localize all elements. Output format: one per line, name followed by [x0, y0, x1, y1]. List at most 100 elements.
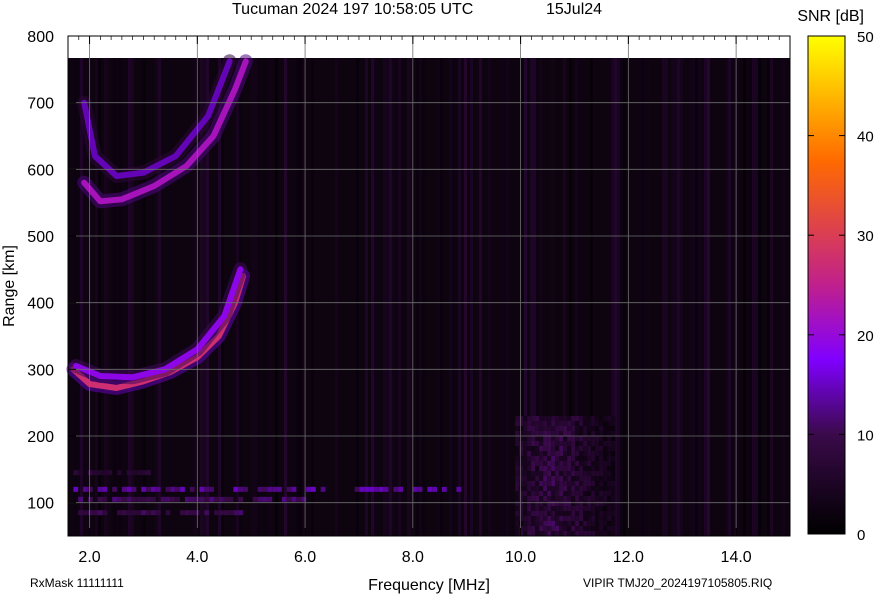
echo-patch-cell [539, 466, 544, 471]
echo-patch-cell [603, 461, 608, 466]
x-tick-label: 8.0 [402, 549, 424, 566]
echo-patch-cell [539, 441, 544, 446]
echo-patch-cell [527, 516, 532, 521]
band-cell [364, 486, 370, 492]
echo-patch-cell [567, 481, 572, 486]
echo-patch-cell [523, 516, 528, 521]
noise-streak [758, 58, 761, 536]
echo-patch-cell [539, 476, 544, 481]
noise-streak [641, 58, 644, 536]
echo-patch-cell [519, 476, 524, 481]
echo-patch-cell [535, 516, 540, 521]
echo-patch-cell [583, 476, 588, 481]
echo-patch-cell [523, 481, 528, 486]
echo-patch-cell [571, 486, 576, 491]
echo-patch-cell [603, 456, 608, 461]
echo-patch-cell [535, 531, 540, 536]
band-cell [102, 486, 108, 492]
echo-patch-cell [539, 486, 544, 491]
noise-streak [440, 58, 443, 536]
echo-patch-cell [571, 441, 576, 446]
echo-patch-cell [559, 486, 564, 491]
echo-patch-cell [599, 521, 604, 526]
echo-patch-cell [543, 496, 548, 501]
echo-patch-cell [591, 441, 596, 446]
echo-patch-cell [523, 476, 528, 481]
band-cell [320, 486, 326, 492]
echo-patch-cell [579, 431, 584, 436]
echo-patch-cell [603, 466, 608, 471]
noise-streak [398, 58, 401, 536]
echo-patch-cell [543, 516, 548, 521]
echo-patch-cell [571, 506, 576, 511]
echo-patch-cell [591, 531, 596, 536]
echo-patch-cell [531, 421, 536, 426]
echo-patch-cell [515, 466, 520, 471]
echo-patch-cell [587, 531, 592, 536]
echo-patch-cell [603, 431, 608, 436]
echo-patch-cell [583, 416, 588, 421]
echo-patch-cell [535, 441, 540, 446]
echo-patch-cell [551, 431, 556, 436]
echo-patch-cell [531, 476, 536, 481]
echo-patch-cell [575, 516, 580, 521]
echo-patch-cell [567, 531, 572, 536]
echo-patch-cell [559, 476, 564, 481]
band-cell [170, 486, 176, 492]
echo-patch-cell [595, 466, 600, 471]
band-cell [228, 510, 234, 516]
echo-patch-cell [527, 426, 532, 431]
echo-patch-cell [575, 426, 580, 431]
echo-patch-cell [583, 521, 588, 526]
echo-patch-cell [571, 491, 576, 496]
noise-streak [407, 58, 410, 536]
band-cell [112, 486, 117, 492]
echo-patch-cell [527, 491, 532, 496]
echo-patch-cell [579, 511, 584, 516]
noise-streak [662, 58, 665, 536]
echo-patch-cell [579, 461, 584, 466]
band-cell [417, 486, 423, 492]
echo-patch-cell [571, 421, 576, 426]
echo-patch-cell [559, 491, 564, 496]
noise-streak [374, 58, 377, 536]
echo-patch-cell [607, 456, 612, 461]
noise-streak [299, 58, 302, 536]
echo-patch-cell [591, 481, 596, 486]
echo-patch-cell [599, 456, 604, 461]
echo-patch-cell [531, 416, 536, 421]
band-cell [306, 486, 311, 492]
echo-patch-cell [571, 416, 576, 421]
band-cell [73, 470, 79, 476]
noise-streak [623, 58, 626, 536]
echo-patch-cell [531, 496, 536, 501]
echo-patch-cell [539, 436, 544, 441]
noise-streak [647, 58, 650, 536]
echo-patch-cell [579, 526, 584, 531]
echo-patch-cell [563, 506, 568, 511]
band-cell [78, 510, 84, 516]
echo-patch-cell [539, 526, 544, 531]
band-cell [238, 496, 244, 502]
echo-patch-cell [515, 486, 520, 491]
band-cell [277, 486, 282, 492]
echo-patch-cell [523, 421, 528, 426]
echo-patch-cell [575, 506, 580, 511]
echo-patch-cell [599, 461, 604, 466]
x-tick-label: 2.0 [78, 549, 100, 566]
band-cell [209, 486, 214, 492]
echo-patch-cell [563, 521, 568, 526]
echo-patch-cell [567, 431, 572, 436]
echo-patch-cell [563, 496, 568, 501]
echo-patch-cell [519, 471, 524, 476]
noise-streak [644, 58, 647, 536]
echo-patch-cell [575, 431, 580, 436]
echo-patch-cell [515, 476, 520, 481]
echo-patch-cell [563, 481, 568, 486]
echo-patch-cell [551, 476, 556, 481]
noise-streak [419, 58, 422, 536]
echo-patch-cell [575, 446, 580, 451]
band-cell [141, 486, 147, 492]
echo-patch-cell [551, 511, 556, 516]
echo-patch-cell [607, 511, 612, 516]
